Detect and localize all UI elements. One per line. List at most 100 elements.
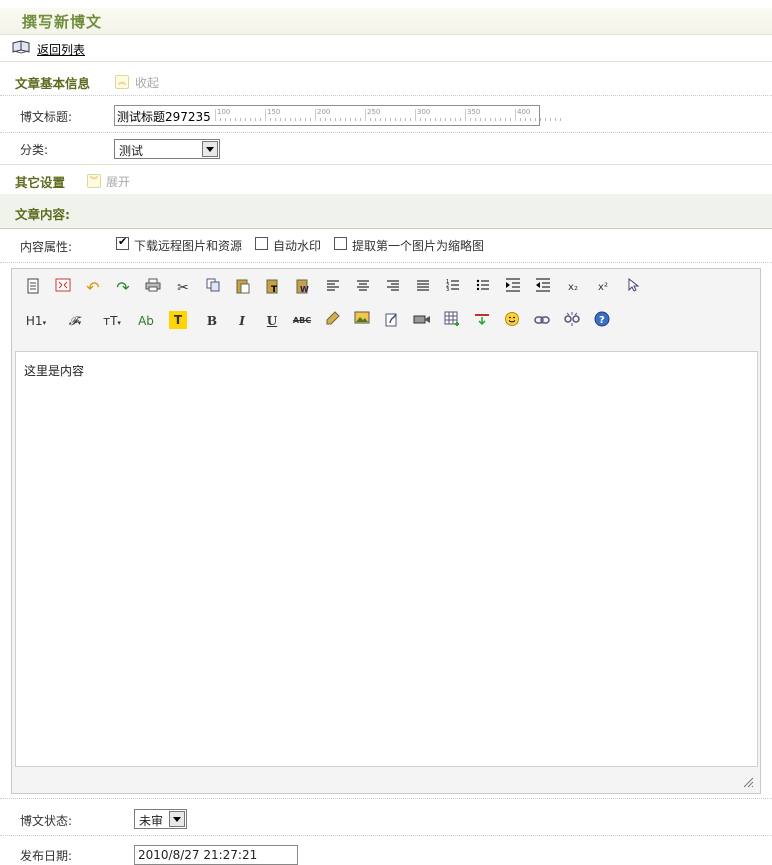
strikethrough-icon[interactable]: ABC — [292, 311, 312, 331]
clear-format-icon[interactable] — [322, 311, 342, 331]
category-select[interactable]: 测试 — [114, 139, 220, 159]
font-size-icon[interactable]: ᴛT▾ — [98, 311, 126, 331]
ruler-mark — [300, 118, 301, 121]
redo-icon[interactable]: ↷ — [113, 278, 133, 298]
basic-section-title: 文章基本信息 — [15, 76, 91, 91]
ruler-mark — [510, 118, 511, 121]
bold-icon[interactable]: B — [202, 311, 222, 331]
select-all-icon[interactable] — [623, 277, 643, 298]
status-select[interactable]: 未审 — [134, 809, 187, 829]
title-label: 博文标题: — [20, 110, 73, 124]
link-icon[interactable] — [532, 311, 552, 331]
expand-toggle[interactable]: 展开 — [106, 173, 130, 190]
ruler-mark — [250, 118, 251, 121]
ruler-tick-label: 250 — [367, 108, 381, 116]
status-label: 博文状态: — [20, 814, 73, 828]
ruler-mark — [390, 118, 391, 121]
back-link[interactable]: 返回列表 — [37, 41, 85, 58]
content-section-bar: 文章内容: — [0, 194, 772, 229]
paste-text-icon[interactable]: T — [263, 278, 283, 298]
horizontal-rule-icon[interactable] — [472, 311, 492, 331]
ruler-mark — [475, 118, 476, 121]
category-label: 分类: — [20, 143, 49, 157]
cut-icon[interactable]: ✂ — [173, 278, 193, 298]
book-icon — [12, 40, 30, 54]
resize-handle-icon[interactable] — [743, 777, 754, 788]
underline-icon[interactable]: U — [262, 311, 282, 331]
fullscreen-icon[interactable] — [53, 278, 73, 298]
content-props-label: 内容属性: — [20, 240, 73, 254]
ruler-mark — [215, 109, 216, 121]
ruler-mark — [310, 118, 311, 121]
ruler-tick-label: 100 — [217, 108, 231, 116]
flash-icon[interactable] — [382, 311, 402, 331]
download-remote-label: 下载远程图片和资源 — [134, 239, 243, 253]
align-center-icon[interactable] — [353, 278, 373, 298]
publish-date-value: 2010/8/27 21:27:21 — [138, 848, 258, 862]
source-icon[interactable] — [23, 278, 43, 298]
emoticon-icon[interactable] — [502, 311, 522, 331]
ruler-mark — [520, 118, 521, 121]
ruler-mark — [235, 118, 236, 121]
ruler-mark — [410, 118, 411, 121]
paste-word-icon[interactable]: W — [293, 278, 313, 298]
ruler-mark — [490, 118, 491, 121]
divider — [0, 262, 772, 263]
unordered-list-icon[interactable] — [473, 278, 493, 298]
indent-icon[interactable] — [503, 278, 523, 298]
align-left-icon[interactable] — [323, 278, 343, 298]
ruler-mark — [385, 118, 386, 121]
ruler-mark — [255, 118, 256, 121]
undo-icon[interactable]: ↶ — [83, 278, 103, 298]
align-right-icon[interactable] — [383, 278, 403, 298]
table-icon[interactable] — [442, 311, 462, 331]
media-icon[interactable] — [412, 311, 432, 331]
ruler-mark — [375, 118, 376, 121]
expand-icon[interactable]: ︾ — [87, 174, 101, 188]
divider — [0, 95, 772, 96]
ruler-mark — [340, 118, 341, 121]
ruler-mark — [555, 118, 556, 121]
copy-icon[interactable] — [203, 278, 223, 298]
ruler-mark — [445, 118, 446, 121]
ruler-mark — [535, 118, 536, 121]
title-input[interactable]: 测试标题297235 100 150 200 250 300 350 400 — [114, 105, 561, 126]
ruler-mark — [435, 118, 436, 121]
publish-date-input[interactable]: 2010/8/27 21:27:21 — [134, 845, 298, 865]
subscript-icon[interactable]: x₂ — [563, 278, 583, 298]
editor-content-area[interactable]: 这里是内容 — [15, 351, 758, 767]
ruler-mark — [480, 118, 481, 121]
ruler-mark — [345, 118, 346, 121]
ruler-mark — [460, 118, 461, 121]
paste-icon[interactable] — [233, 278, 253, 298]
italic-icon[interactable]: I — [232, 311, 252, 331]
outdent-icon[interactable] — [533, 278, 553, 298]
collapse-icon[interactable]: ︽ — [115, 75, 129, 89]
print-icon[interactable] — [143, 278, 163, 298]
font-size-label: ᴛT — [103, 314, 118, 328]
font-family-icon[interactable]: 𝓕▾ — [62, 311, 88, 331]
length-ruler: 100 150 200 250 300 350 400 — [215, 108, 561, 122]
watermark-checkbox[interactable] — [255, 237, 268, 250]
download-remote-checkbox[interactable] — [116, 235, 129, 250]
unlink-icon[interactable] — [562, 311, 582, 331]
ruler-mark — [525, 118, 526, 121]
ruler-mark — [505, 118, 506, 121]
help-icon[interactable]: ? — [592, 311, 612, 331]
heading-icon[interactable]: H1▾ — [23, 311, 49, 331]
text-color-icon[interactable]: Ab — [136, 311, 156, 331]
ordered-list-icon[interactable]: 123 — [443, 278, 463, 298]
svg-text:W: W — [300, 285, 309, 294]
image-icon[interactable] — [352, 311, 372, 331]
align-justify-icon[interactable] — [413, 278, 433, 298]
ruler-mark — [220, 118, 221, 121]
ruler-mark — [275, 118, 276, 121]
ruler-mark — [260, 118, 261, 121]
collapse-toggle[interactable]: 收起 — [135, 74, 159, 91]
ruler-mark — [365, 109, 366, 121]
ruler-mark — [285, 118, 286, 121]
highlight-icon[interactable]: T — [169, 311, 187, 329]
thumbnail-checkbox[interactable] — [334, 237, 347, 250]
superscript-icon[interactable]: x² — [593, 278, 613, 298]
ruler-mark — [515, 109, 516, 121]
